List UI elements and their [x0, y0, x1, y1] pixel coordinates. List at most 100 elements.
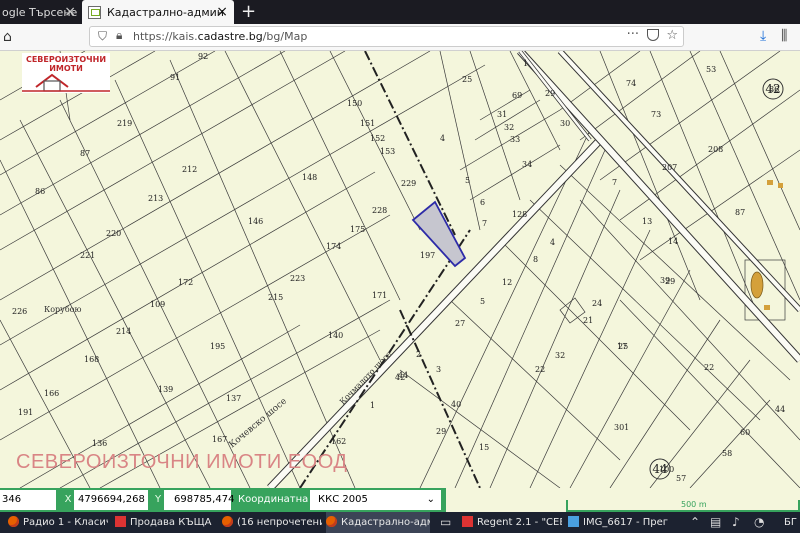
url-text[interactable]: https://kais.cadastre.bg/bg/Map: [133, 30, 307, 43]
parcel-label: 207: [662, 163, 677, 172]
parcel-label: 27: [455, 319, 465, 328]
parcel-label: 175: [350, 225, 365, 234]
parcel-label: 60: [740, 428, 750, 437]
parcel-label: 148: [302, 173, 317, 182]
parcel-label: 87: [735, 208, 745, 217]
parcel-label: 223: [290, 274, 305, 283]
parcel-label: 69: [512, 91, 522, 100]
parcel-label: 22: [535, 365, 545, 374]
pocket-icon[interactable]: [647, 29, 659, 41]
scale-bar: 500 m: [566, 500, 800, 512]
tab-cadastre[interactable]: Кадастрално-административна ×: [82, 0, 234, 24]
parcel-label: 212: [182, 165, 197, 174]
new-tab-button[interactable]: +: [241, 1, 256, 22]
parcel-label: 215: [268, 293, 283, 302]
parcel-label: 73: [651, 110, 661, 119]
parcel-label: 153: [380, 147, 395, 156]
taskbar-item[interactable]: IMG_6617 - Прегле...: [568, 512, 668, 533]
parcel-label: 168: [84, 355, 99, 364]
parcel-label: 109: [150, 300, 165, 309]
parcel-label: 2: [416, 350, 421, 359]
parcel-label: 12: [502, 278, 512, 287]
library-icon[interactable]: ⫼: [781, 28, 787, 44]
parcel-label: 4: [440, 134, 445, 143]
parcel-label: 220: [106, 229, 121, 238]
close-icon[interactable]: ×: [216, 4, 228, 20]
parcel-label: 14: [668, 237, 678, 246]
parcel-label: 140: [328, 331, 343, 340]
coordinate-system-value: ККС 2005: [318, 494, 368, 505]
tray-arrow-icon[interactable]: ⌃: [690, 515, 700, 529]
page-actions-icon[interactable]: ···: [627, 27, 639, 42]
parcel-label: 44: [775, 405, 785, 414]
parcel-label: 92: [198, 52, 208, 61]
tab-google-search[interactable]: ogle Търсене ×: [0, 0, 80, 24]
x-label: X: [64, 494, 72, 505]
parcel-label: 30: [560, 119, 570, 128]
building-marker: [750, 271, 764, 299]
parcel-label: 150: [347, 99, 362, 108]
taskbar-item[interactable]: Regent 2.1 - "СЕВЕР...: [462, 512, 562, 533]
parcel-label: 22: [704, 363, 714, 372]
photos-icon: [568, 516, 579, 527]
parcel-label: 25: [462, 75, 472, 84]
parcel-label: 167: [212, 435, 227, 444]
y-coordinate-field[interactable]: 698785,474: [164, 490, 234, 510]
firefox-icon: [326, 516, 337, 527]
parcel-label: 74: [626, 79, 636, 88]
taskbar-item-active[interactable]: Кадастрално-адми...: [326, 512, 430, 533]
parcel-label: 87: [80, 149, 90, 158]
parcel-label: 86: [35, 187, 45, 196]
address-bar[interactable]: ⛉ 🔒︎ https://kais.cadastre.bg/bg/Map ···…: [89, 26, 684, 47]
parcel-label: 171: [372, 291, 387, 300]
bookmark-star-icon[interactable]: ☆: [666, 28, 678, 43]
parcel-label: 139: [158, 385, 173, 394]
parcel-label: 29: [436, 427, 446, 436]
shield-icon[interactable]: ⛉: [98, 29, 107, 44]
parcel-label: 5: [465, 176, 470, 185]
cadastral-map[interactable]: 9291 25169 2931303233342191501511521534872…: [0, 51, 800, 488]
app-icon: [462, 516, 473, 527]
parcel-label: 228: [372, 206, 387, 215]
coordinate-system-label: Координатна система: [238, 494, 309, 525]
building-marker: [778, 183, 783, 188]
wifi-icon[interactable]: ◔: [754, 515, 764, 529]
home-icon[interactable]: ⌂: [3, 29, 12, 45]
parcel-label: 174: [326, 242, 341, 251]
network-icon[interactable]: ▤: [710, 515, 721, 529]
parcel-label: 151: [360, 119, 375, 128]
taskbar-item[interactable]: (16 непрочетени) - ...: [222, 512, 322, 533]
lock-icon[interactable]: 🔒︎: [116, 28, 122, 43]
parcel-label: 1: [523, 59, 528, 68]
company-logo: СЕВЕРОИЗТОЧНИ ИМОТИ: [22, 53, 110, 93]
parcel-label: 33: [510, 135, 520, 144]
y-label: Y: [154, 494, 162, 505]
parcel-label: 7: [482, 219, 487, 228]
parcel-label: 5: [480, 297, 485, 306]
firefox-icon: [222, 516, 233, 527]
firefox-icon: [8, 516, 19, 527]
volume-icon[interactable]: ♪: [732, 515, 740, 529]
prefix-field[interactable]: 346: [0, 490, 56, 510]
close-icon[interactable]: ×: [64, 4, 76, 20]
section-number-label: 44: [652, 462, 668, 476]
folder-icon[interactable]: ▭: [440, 515, 451, 529]
coordinate-bar: 346 X 4796694,268 Y 698785,474 Координат…: [0, 488, 446, 525]
parcel-label: 25: [618, 342, 628, 351]
parcel-label: 197: [420, 251, 435, 260]
place-name: Корубою: [44, 305, 81, 314]
parcel-label: 21: [583, 316, 593, 325]
coordinate-system-select[interactable]: ККС 2005 ⌄: [310, 490, 441, 510]
parcel-label: 162: [331, 437, 346, 446]
language-indicator[interactable]: БГ: [784, 512, 800, 533]
parcel-label: 214: [116, 327, 131, 336]
parcel-label: 29: [545, 89, 555, 98]
x-coordinate-field[interactable]: 4796694,268: [74, 490, 148, 510]
taskbar-item[interactable]: Продава КЪЩА в г...: [115, 512, 215, 533]
taskbar: Радио 1 - Класичес... Продава КЪЩА в г..…: [0, 512, 800, 533]
parcel-label: 15: [479, 443, 489, 452]
parcel-label: 172: [178, 278, 193, 287]
download-icon[interactable]: ⤓: [760, 28, 766, 44]
parcel-label: 91: [170, 73, 180, 82]
taskbar-item[interactable]: Радио 1 - Класичес...: [8, 512, 108, 533]
